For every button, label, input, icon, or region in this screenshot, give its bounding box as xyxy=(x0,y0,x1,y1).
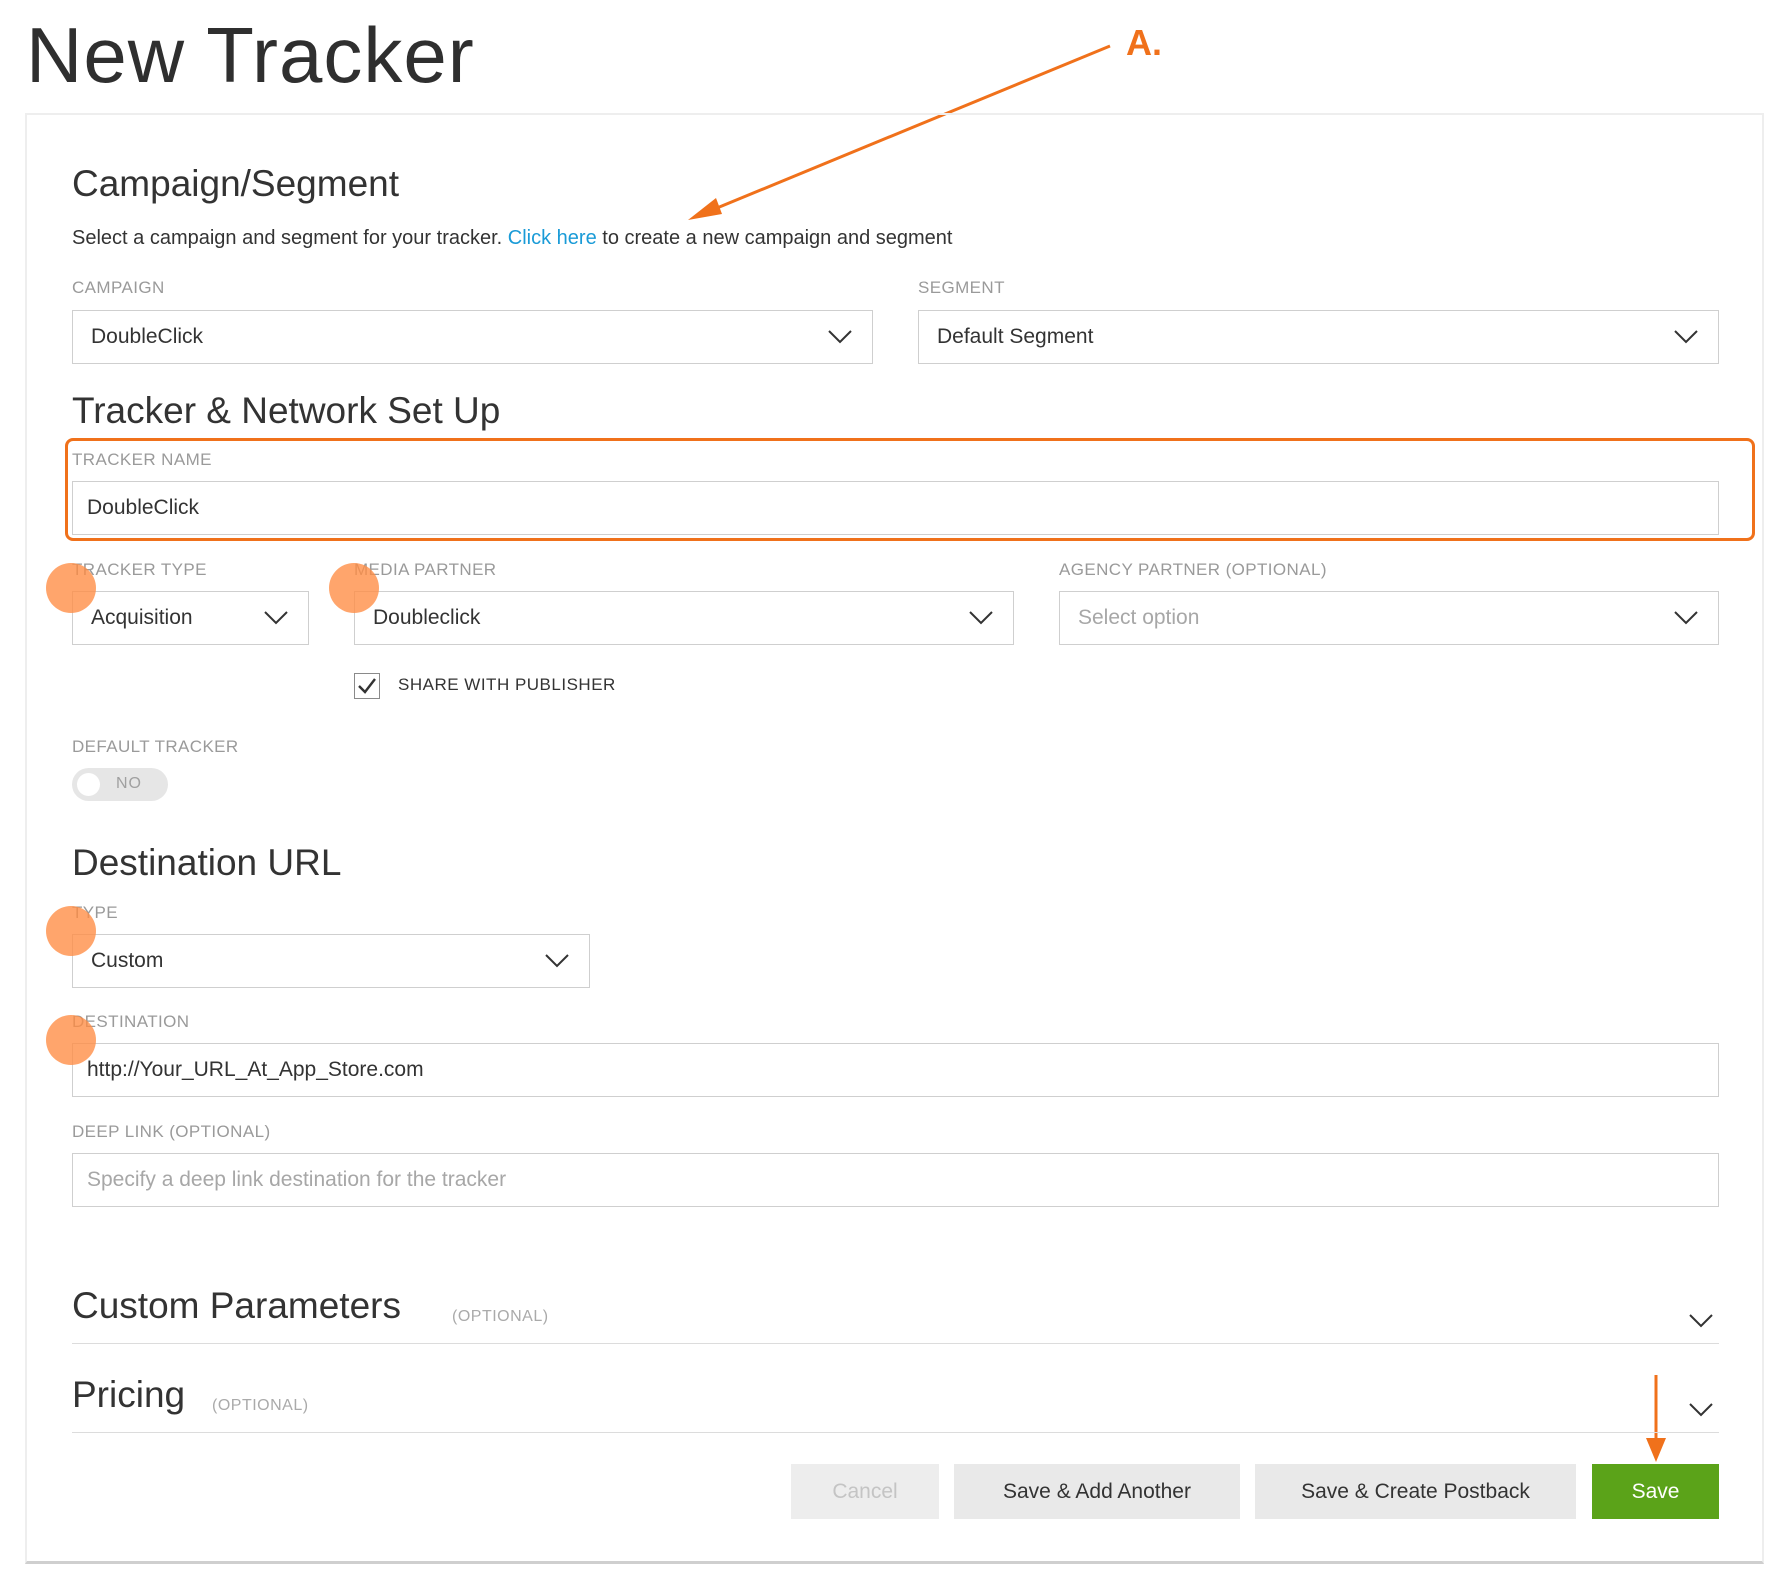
custom-parameters-optional: (OPTIONAL) xyxy=(452,1308,549,1325)
save-button[interactable]: Save xyxy=(1592,1464,1719,1519)
destination-value: http://Your_URL_At_App_Store.com xyxy=(87,1058,424,1081)
segment-value: Default Segment xyxy=(937,325,1094,348)
custom-parameters-row[interactable]: Custom Parameters (OPTIONAL) xyxy=(72,1283,1719,1344)
chevron-down-icon[interactable] xyxy=(1687,1307,1715,1335)
save-add-another-button[interactable]: Save & Add Another xyxy=(954,1464,1240,1519)
pricing-optional: (OPTIONAL) xyxy=(212,1397,309,1414)
annotation-dot xyxy=(46,563,96,613)
pricing-row[interactable]: Pricing (OPTIONAL) xyxy=(72,1372,1719,1433)
media-partner-value: Doubleclick xyxy=(373,606,481,629)
annotation-dot xyxy=(329,563,379,613)
campaign-helper-text: Select a campaign and segment for your t… xyxy=(72,227,952,250)
campaign-select[interactable]: DoubleClick xyxy=(72,310,873,364)
segment-select[interactable]: Default Segment xyxy=(918,310,1719,364)
tracker-type-value: Acquisition xyxy=(91,606,193,629)
chevron-down-icon xyxy=(967,604,995,632)
media-partner-select[interactable]: Doubleclick xyxy=(354,591,1014,645)
tracker-name-label: TRACKER NAME xyxy=(72,450,212,469)
save-create-postback-button[interactable]: Save & Create Postback xyxy=(1255,1464,1576,1519)
default-tracker-label: DEFAULT TRACKER xyxy=(72,737,239,756)
share-with-publisher-checkbox[interactable] xyxy=(354,673,380,699)
pricing-title: Pricing xyxy=(72,1374,186,1415)
chevron-down-icon xyxy=(1672,323,1700,351)
deep-link-input[interactable]: Specify a deep link destination for the … xyxy=(72,1153,1719,1207)
toggle-text: NO xyxy=(116,775,142,792)
cancel-button[interactable]: Cancel xyxy=(791,1464,939,1519)
chevron-down-icon xyxy=(543,947,571,975)
agency-partner-label: AGENCY PARTNER (OPTIONAL) xyxy=(1059,560,1327,579)
create-campaign-link[interactable]: Click here xyxy=(508,227,597,249)
helper-text-before: Select a campaign and segment for your t… xyxy=(72,227,508,249)
chevron-down-icon xyxy=(262,604,290,632)
deep-link-label: DEEP LINK (OPTIONAL) xyxy=(72,1122,271,1141)
section-title-destination-url: Destination URL xyxy=(72,842,342,883)
helper-text-after: to create a new campaign and segment xyxy=(596,227,953,249)
annotation-dot xyxy=(46,906,96,956)
chevron-down-icon[interactable] xyxy=(1687,1396,1715,1424)
destination-type-value: Custom xyxy=(91,949,164,972)
deep-link-placeholder: Specify a deep link destination for the … xyxy=(87,1168,507,1191)
tracker-name-value: DoubleClick xyxy=(87,496,200,519)
tracker-type-select[interactable]: Acquisition xyxy=(72,591,309,645)
campaign-label: CAMPAIGN xyxy=(72,278,165,297)
custom-parameters-title: Custom Parameters xyxy=(72,1285,401,1326)
destination-type-select[interactable]: Custom xyxy=(72,934,590,988)
chevron-down-icon xyxy=(1672,604,1700,632)
checkmark-icon xyxy=(358,678,376,694)
annotation-dot xyxy=(46,1015,96,1065)
section-title-tracker-network: Tracker & Network Set Up xyxy=(72,390,501,431)
tracker-name-input[interactable]: DoubleClick xyxy=(72,481,1719,535)
section-title-campaign-segment: Campaign/Segment xyxy=(72,163,400,204)
campaign-value: DoubleClick xyxy=(91,325,204,348)
destination-input[interactable]: http://Your_URL_At_App_Store.com xyxy=(72,1043,1719,1097)
chevron-down-icon xyxy=(826,323,854,351)
share-with-publisher-label: SHARE WITH PUBLISHER xyxy=(398,675,616,694)
toggle-knob xyxy=(77,773,100,796)
agency-partner-select[interactable]: Select option xyxy=(1059,591,1719,645)
agency-partner-placeholder: Select option xyxy=(1078,606,1200,629)
default-tracker-toggle[interactable]: NO xyxy=(72,768,168,801)
segment-label: SEGMENT xyxy=(918,278,1005,297)
